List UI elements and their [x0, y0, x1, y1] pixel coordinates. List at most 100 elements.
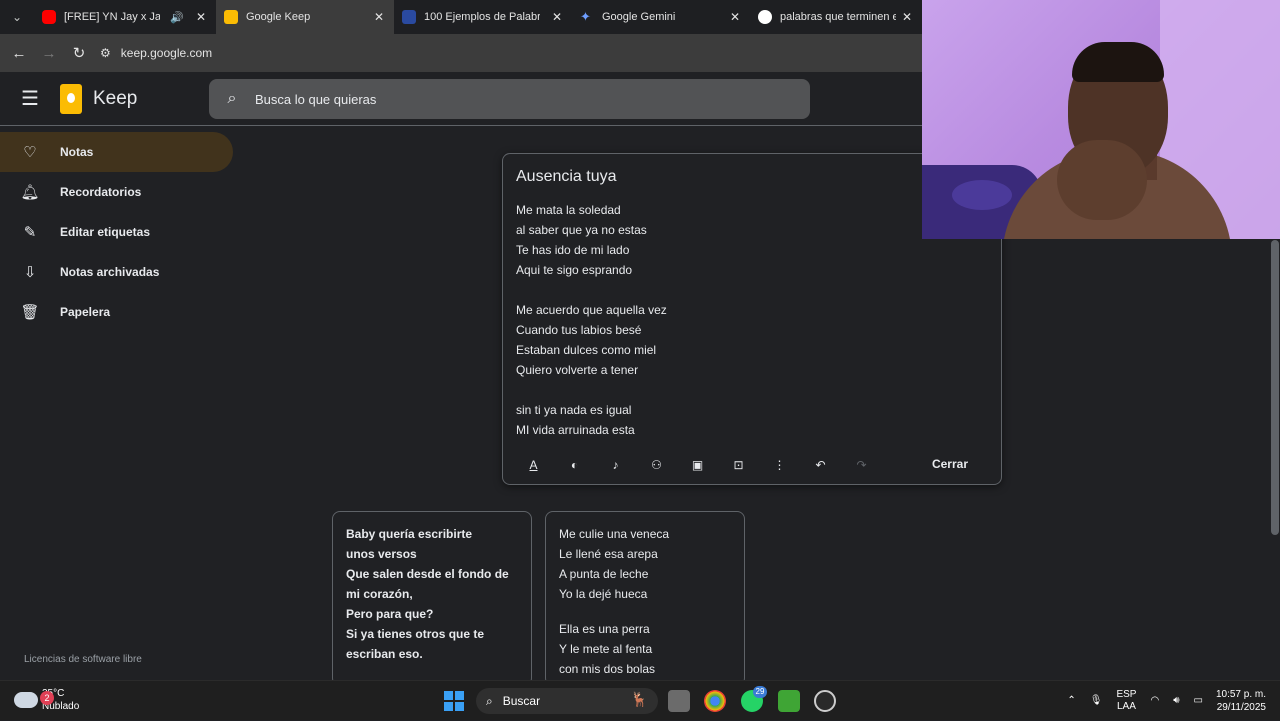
sidebar-item-papelera[interactable]: 🗑︎ Papelera	[0, 292, 233, 332]
note-line: sin ti ya nada es igual	[516, 403, 632, 417]
main-menu-icon[interactable]: ☰	[0, 72, 60, 126]
card-line: escriban eso.	[346, 647, 423, 661]
sidebar: ♡ Notas 🔔︎ Recordatorios ✎ Editar etique…	[0, 132, 240, 332]
keep-header: ☰ Keep ⌕ Busca lo que quieras	[0, 72, 922, 126]
sidebar-item-notas-archivadas[interactable]: ⇩ Notas archivadas	[0, 252, 233, 292]
close-icon[interactable]: ✕	[552, 10, 562, 24]
bell-icon: 🔔︎	[20, 184, 40, 201]
tab-title: palabras que terminen en	[780, 11, 896, 23]
volume-icon[interactable]: 🔊︎	[1173, 695, 1179, 707]
note-blank-line	[516, 380, 667, 400]
card-line: Me culie una veneca	[559, 527, 670, 541]
note-line: Te has ido de mi lado	[516, 243, 630, 257]
tab-title: 100 Ejemplos de Palabras	[424, 11, 540, 23]
card-line: Le llené esa arepa	[559, 547, 658, 561]
reload-icon[interactable]: ↻	[64, 38, 94, 68]
note-card[interactable]: Baby quería escribirte unos versos Que s…	[332, 511, 532, 686]
sidebar-item-recordatorios[interactable]: 🔔︎ Recordatorios	[0, 172, 233, 212]
tab-google-keep[interactable]: Google Keep ✕	[216, 0, 394, 34]
steam-icon[interactable]	[814, 690, 836, 712]
card-line: Y le mete al fenta	[559, 642, 653, 656]
clock[interactable]: 10:57 p. m. 29/11/2025	[1216, 688, 1266, 714]
tab-title: Google Gemini	[602, 11, 676, 23]
close-icon[interactable]: ✕	[196, 10, 206, 24]
note-line: al saber que ya no estas	[516, 223, 647, 237]
site-favicon-icon	[402, 10, 416, 24]
sidebar-item-label: Notas archivadas	[60, 265, 160, 279]
weather-badge: 2	[40, 691, 54, 705]
language-indicator[interactable]: ESP LAA	[1116, 689, 1136, 713]
chrome-icon[interactable]	[704, 690, 726, 712]
tab-google-search[interactable]: palabras que terminen en ✕	[750, 0, 922, 34]
audio-icon[interactable]: 🔊	[170, 11, 184, 24]
weather-widget[interactable]: 2 25°C Nublado	[14, 687, 79, 713]
note-line: Quiero volverte a tener	[516, 363, 639, 377]
youtube-icon	[42, 10, 56, 24]
battery-icon[interactable]: ▭	[1194, 695, 1203, 707]
reminder-bell-icon[interactable]: ♪	[595, 458, 636, 472]
tab-search-dropdown[interactable]: ⌄	[0, 0, 34, 34]
redo-icon[interactable]: ↷	[841, 458, 882, 472]
more-vert-icon[interactable]: ⋮	[759, 458, 800, 472]
image-icon[interactable]: ▣	[677, 458, 718, 472]
search-icon[interactable]: ⌕	[209, 90, 255, 108]
webcam-overlay	[922, 0, 1280, 239]
wifi-icon[interactable]: ◠	[1150, 695, 1159, 707]
pencil-icon: ✎	[23, 224, 37, 241]
collaborator-icon[interactable]: ⚇	[636, 458, 677, 472]
note-line: Estaban dulces como miel	[516, 343, 657, 357]
note-line: MI vida arruinada esta	[516, 423, 635, 437]
note-title[interactable]: Ausencia tuya	[516, 168, 617, 186]
license-link[interactable]: Licencias de software libre	[24, 654, 142, 665]
search-icon: ⌕	[486, 693, 493, 708]
search-input[interactable]: ⌕ Busca lo que quieras	[209, 79, 810, 119]
note-line: Cuando tus labios besé	[516, 323, 642, 337]
card-line: unos versos	[346, 547, 417, 561]
close-icon[interactable]: ✕	[730, 10, 740, 24]
search-highlight-icon: 🦌	[630, 691, 648, 707]
close-icon[interactable]: ✕	[374, 10, 384, 24]
page-scrollbar[interactable]	[1271, 240, 1279, 535]
close-note-button[interactable]: Cerrar	[932, 457, 968, 471]
search-placeholder: Busca lo que quieras	[255, 91, 377, 107]
card-line: mi corazón,	[346, 587, 413, 601]
sidebar-item-editar-etiquetas[interactable]: ✎ Editar etiquetas	[0, 212, 233, 252]
forward-icon[interactable]: →	[34, 38, 64, 68]
lang-top: ESP	[1116, 689, 1137, 700]
undo-icon[interactable]: ↶	[800, 458, 841, 472]
keep-logo-icon	[60, 83, 82, 114]
tab-youtube[interactable]: [FREE] YN Jay x Jazz x I 🔊 ✕	[34, 0, 216, 34]
back-icon[interactable]: ←	[4, 38, 34, 68]
lang-bottom: LAA	[1117, 701, 1136, 712]
app-name: Keep	[93, 87, 138, 109]
minecraft-icon[interactable]	[778, 690, 800, 712]
sidebar-item-label: Notas	[60, 145, 94, 159]
windows-start-icon[interactable]	[444, 691, 464, 711]
url-field[interactable]: ⚙ keep.google.com	[100, 46, 212, 60]
archive-icon: ⇩	[23, 264, 37, 281]
microphone-icon[interactable]: 🎙︎	[1090, 695, 1103, 707]
chevron-up-icon[interactable]: ⌃	[1067, 695, 1075, 707]
task-view-icon[interactable]	[668, 690, 690, 712]
tab-gemini[interactable]: ✦ Google Gemini ✕	[572, 0, 750, 34]
tab-title: [FREE] YN Jay x Jazz x I	[64, 11, 160, 23]
cloud-icon	[14, 692, 38, 708]
palette-icon[interactable]: ◐	[554, 458, 595, 472]
note-blank-line	[516, 280, 667, 300]
tab-palabras[interactable]: 100 Ejemplos de Palabras ✕	[394, 0, 572, 34]
sidebar-item-label: Papelera	[60, 305, 111, 319]
site-info-icon[interactable]: ⚙	[100, 46, 111, 60]
clock-date: 29/11/2025	[1216, 702, 1266, 713]
google-icon	[758, 10, 772, 24]
card-line: A punta de leche	[559, 567, 649, 581]
note-body[interactable]: Me mata la soledad al saber que ya no es…	[516, 200, 667, 440]
archive-icon[interactable]: ⊡	[718, 458, 759, 472]
text-format-icon[interactable]: A	[513, 458, 554, 472]
card-line: Que salen desde el fondo de	[346, 567, 509, 581]
taskbar-search[interactable]: ⌕ Buscar 🦌	[476, 688, 658, 714]
sidebar-item-notas[interactable]: ♡ Notas	[0, 132, 233, 172]
note-card[interactable]: Me culie una veneca Le llené esa arepa A…	[545, 511, 745, 686]
close-icon[interactable]: ✕	[902, 10, 912, 24]
address-bar-row: ← → ↻ ⚙ keep.google.com	[0, 34, 922, 72]
clock-time: 10:57 p. m.	[1215, 689, 1266, 700]
